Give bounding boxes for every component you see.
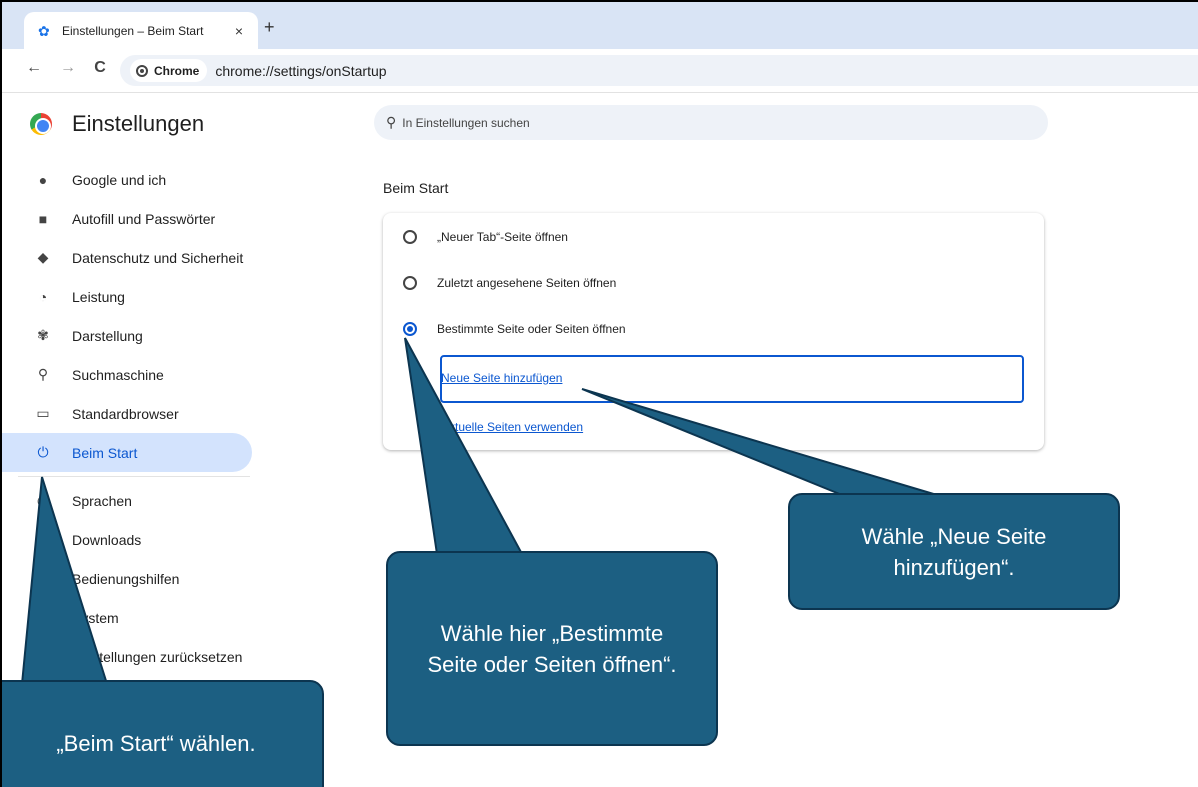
sidebar-item-label: Google und ich	[72, 171, 167, 188]
option-label: Zuletzt angesehene Seiten öffnen	[437, 276, 617, 290]
add-page-link[interactable]: Neue Seite hinzufügen	[441, 371, 562, 385]
sidebar-item-appearance[interactable]: ✾ Darstellung	[2, 316, 252, 355]
sidebar-item-label: Autofill und Passwörter	[72, 210, 216, 227]
browser-icon: ▭	[36, 405, 50, 421]
sidebar-item-label: Sprachen	[72, 492, 132, 509]
accessibility-icon: ♿	[34, 570, 52, 586]
wrench-icon: ✎	[37, 609, 49, 625]
person-icon: ●	[38, 171, 48, 188]
callout-beim-start: „Beim Start“ wählen.	[2, 680, 324, 787]
section-title: Beim Start	[383, 180, 449, 196]
url-text[interactable]: chrome://settings/onStartup	[215, 63, 386, 79]
search-input[interactable]	[402, 115, 1003, 130]
option-new-tab[interactable]: „Neuer Tab“-Seite öffnen	[403, 230, 568, 244]
option-label: Bestimmte Seite oder Seiten öffnen	[437, 322, 626, 336]
option-label: „Neuer Tab“-Seite öffnen	[437, 230, 568, 244]
radio-button-checked[interactable]	[403, 322, 417, 336]
sidebar-item-performance[interactable]: ◔ Leistung	[2, 277, 252, 316]
tab-strip: ✿ Einstellungen – Beim Start × +	[2, 2, 1198, 49]
settings-search-bar[interactable]: ⚲	[374, 105, 1048, 140]
chrome-icon	[136, 64, 148, 77]
callout-bestimmte-seite: Wähle hier „Bestimmte Seite oder Seiten …	[386, 551, 718, 746]
back-arrow-icon[interactable]: ←	[24, 59, 44, 77]
sidebar-item-label: Leistung	[72, 288, 125, 305]
sidebar-item-default-browser[interactable]: ▭ Standardbrowser	[2, 394, 252, 433]
clipboard-icon: ■	[38, 210, 48, 227]
option-continue[interactable]: Zuletzt angesehene Seiten öffnen	[403, 276, 616, 290]
sidebar-item-label: Suchmaschine	[72, 366, 164, 383]
address-bar[interactable]: Chrome chrome://settings/onStartup	[120, 55, 1198, 86]
sidebar-item-autofill[interactable]: ■ Autofill und Passwörter	[2, 199, 252, 238]
close-icon[interactable]: ×	[228, 23, 250, 39]
gear-icon: ✿	[38, 22, 50, 39]
forward-arrow-icon[interactable]: →	[58, 59, 78, 77]
radio-button[interactable]	[403, 276, 417, 290]
use-current-pages-link[interactable]: Aktuelle Seiten verwenden	[441, 420, 583, 434]
sidebar-item-search-engine[interactable]: ⚲ Suchmaschine	[2, 355, 252, 394]
sidebar-item-label: Darstellung	[72, 327, 143, 344]
sidebar-item-languages[interactable]: ◍ Sprachen	[2, 481, 252, 520]
shield-icon: ◆	[37, 249, 49, 265]
divider	[18, 476, 250, 477]
site-info-chip[interactable]: Chrome	[130, 59, 208, 82]
browser-window: ✿ Einstellungen – Beim Start × + ← → C C…	[0, 0, 1198, 787]
globe-icon: ◍	[36, 492, 50, 508]
sidebar-item-reset[interactable]: ↺ Einstellungen zurücksetzen	[2, 637, 252, 676]
sidebar-item-downloads[interactable]: ⤓ Downloads	[2, 520, 252, 559]
option-specific-pages[interactable]: Bestimmte Seite oder Seiten öffnen	[403, 322, 626, 336]
sidebar-item-label: Bedienungshilfen	[72, 570, 180, 587]
download-icon: ⤓	[39, 531, 47, 547]
sidebar-item-label: System	[72, 609, 119, 626]
startup-options-card: „Neuer Tab“-Seite öffnen Zuletzt angeseh…	[383, 213, 1044, 450]
sidebar-nav: ● Google und ich ■ Autofill und Passwört…	[2, 160, 252, 676]
sidebar-item-label: Downloads	[72, 531, 142, 548]
sidebar-item-accessibility[interactable]: ♿ Bedienungshilfen	[2, 559, 252, 598]
reload-icon[interactable]: C	[90, 59, 110, 77]
sidebar-item-privacy[interactable]: ◆ Datenschutz und Sicherheit	[2, 238, 252, 277]
speedometer-icon: ◔	[38, 288, 48, 305]
search-icon: ⚲	[37, 366, 49, 382]
callout-neue-seite: Wähle „Neue Seite hinzufügen“.	[788, 493, 1120, 610]
sidebar-item-label: Datenschutz und Sicherheit	[72, 249, 244, 266]
sidebar-item-label: Beim Start	[72, 444, 138, 461]
sidebar-item-label: Einstellungen zurücksetzen	[72, 648, 243, 665]
page-title: Einstellungen	[72, 111, 205, 136]
brand: Einstellungen	[30, 111, 204, 137]
search-icon: ⚲	[386, 114, 397, 130]
sidebar-item-google[interactable]: ● Google und ich	[2, 160, 252, 199]
palette-icon: ✾	[37, 327, 49, 343]
tab-title: Einstellungen – Beim Start	[62, 23, 204, 38]
power-icon: ⏻	[37, 444, 49, 460]
tab-settings[interactable]: ✿ Einstellungen – Beim Start ×	[24, 12, 258, 49]
reset-icon: ↺	[37, 648, 49, 664]
chip-label: Chrome	[154, 63, 200, 78]
toolbar: ← → C Chrome chrome://settings/onStartup	[2, 49, 1198, 93]
chrome-logo-icon	[30, 113, 52, 135]
sidebar-item-label: Standardbrowser	[72, 405, 179, 422]
sidebar-item-system[interactable]: ✎ System	[2, 598, 252, 637]
radio-button[interactable]	[403, 230, 417, 244]
sidebar-item-on-startup[interactable]: ⏻ Beim Start	[2, 433, 252, 472]
new-tab-button[interactable]: +	[264, 17, 275, 38]
